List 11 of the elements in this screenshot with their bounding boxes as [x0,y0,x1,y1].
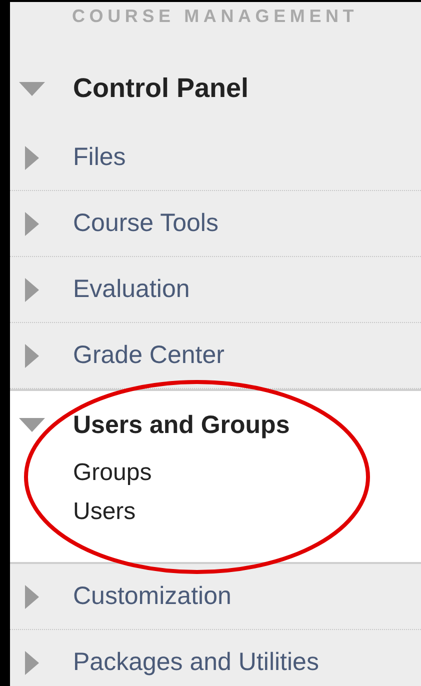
submenu-link[interactable]: Users [73,498,421,526]
menu-item[interactable]: Course Tools [73,209,218,238]
section-heading: COURSE MANAGEMENT [72,6,358,26]
menu-item[interactable]: Files [73,143,126,172]
menu-item[interactable]: Evaluation [73,275,190,304]
menu-item[interactable]: Packages and Utilities [73,648,319,677]
submenu-link[interactable]: Groups [73,459,421,487]
menu-item[interactable]: Customization [73,582,232,611]
menu-item[interactable]: Grade Center [73,341,224,370]
menu-item[interactable]: Users and Groups [73,410,290,440]
panel-title[interactable]: Control Panel [73,73,249,104]
